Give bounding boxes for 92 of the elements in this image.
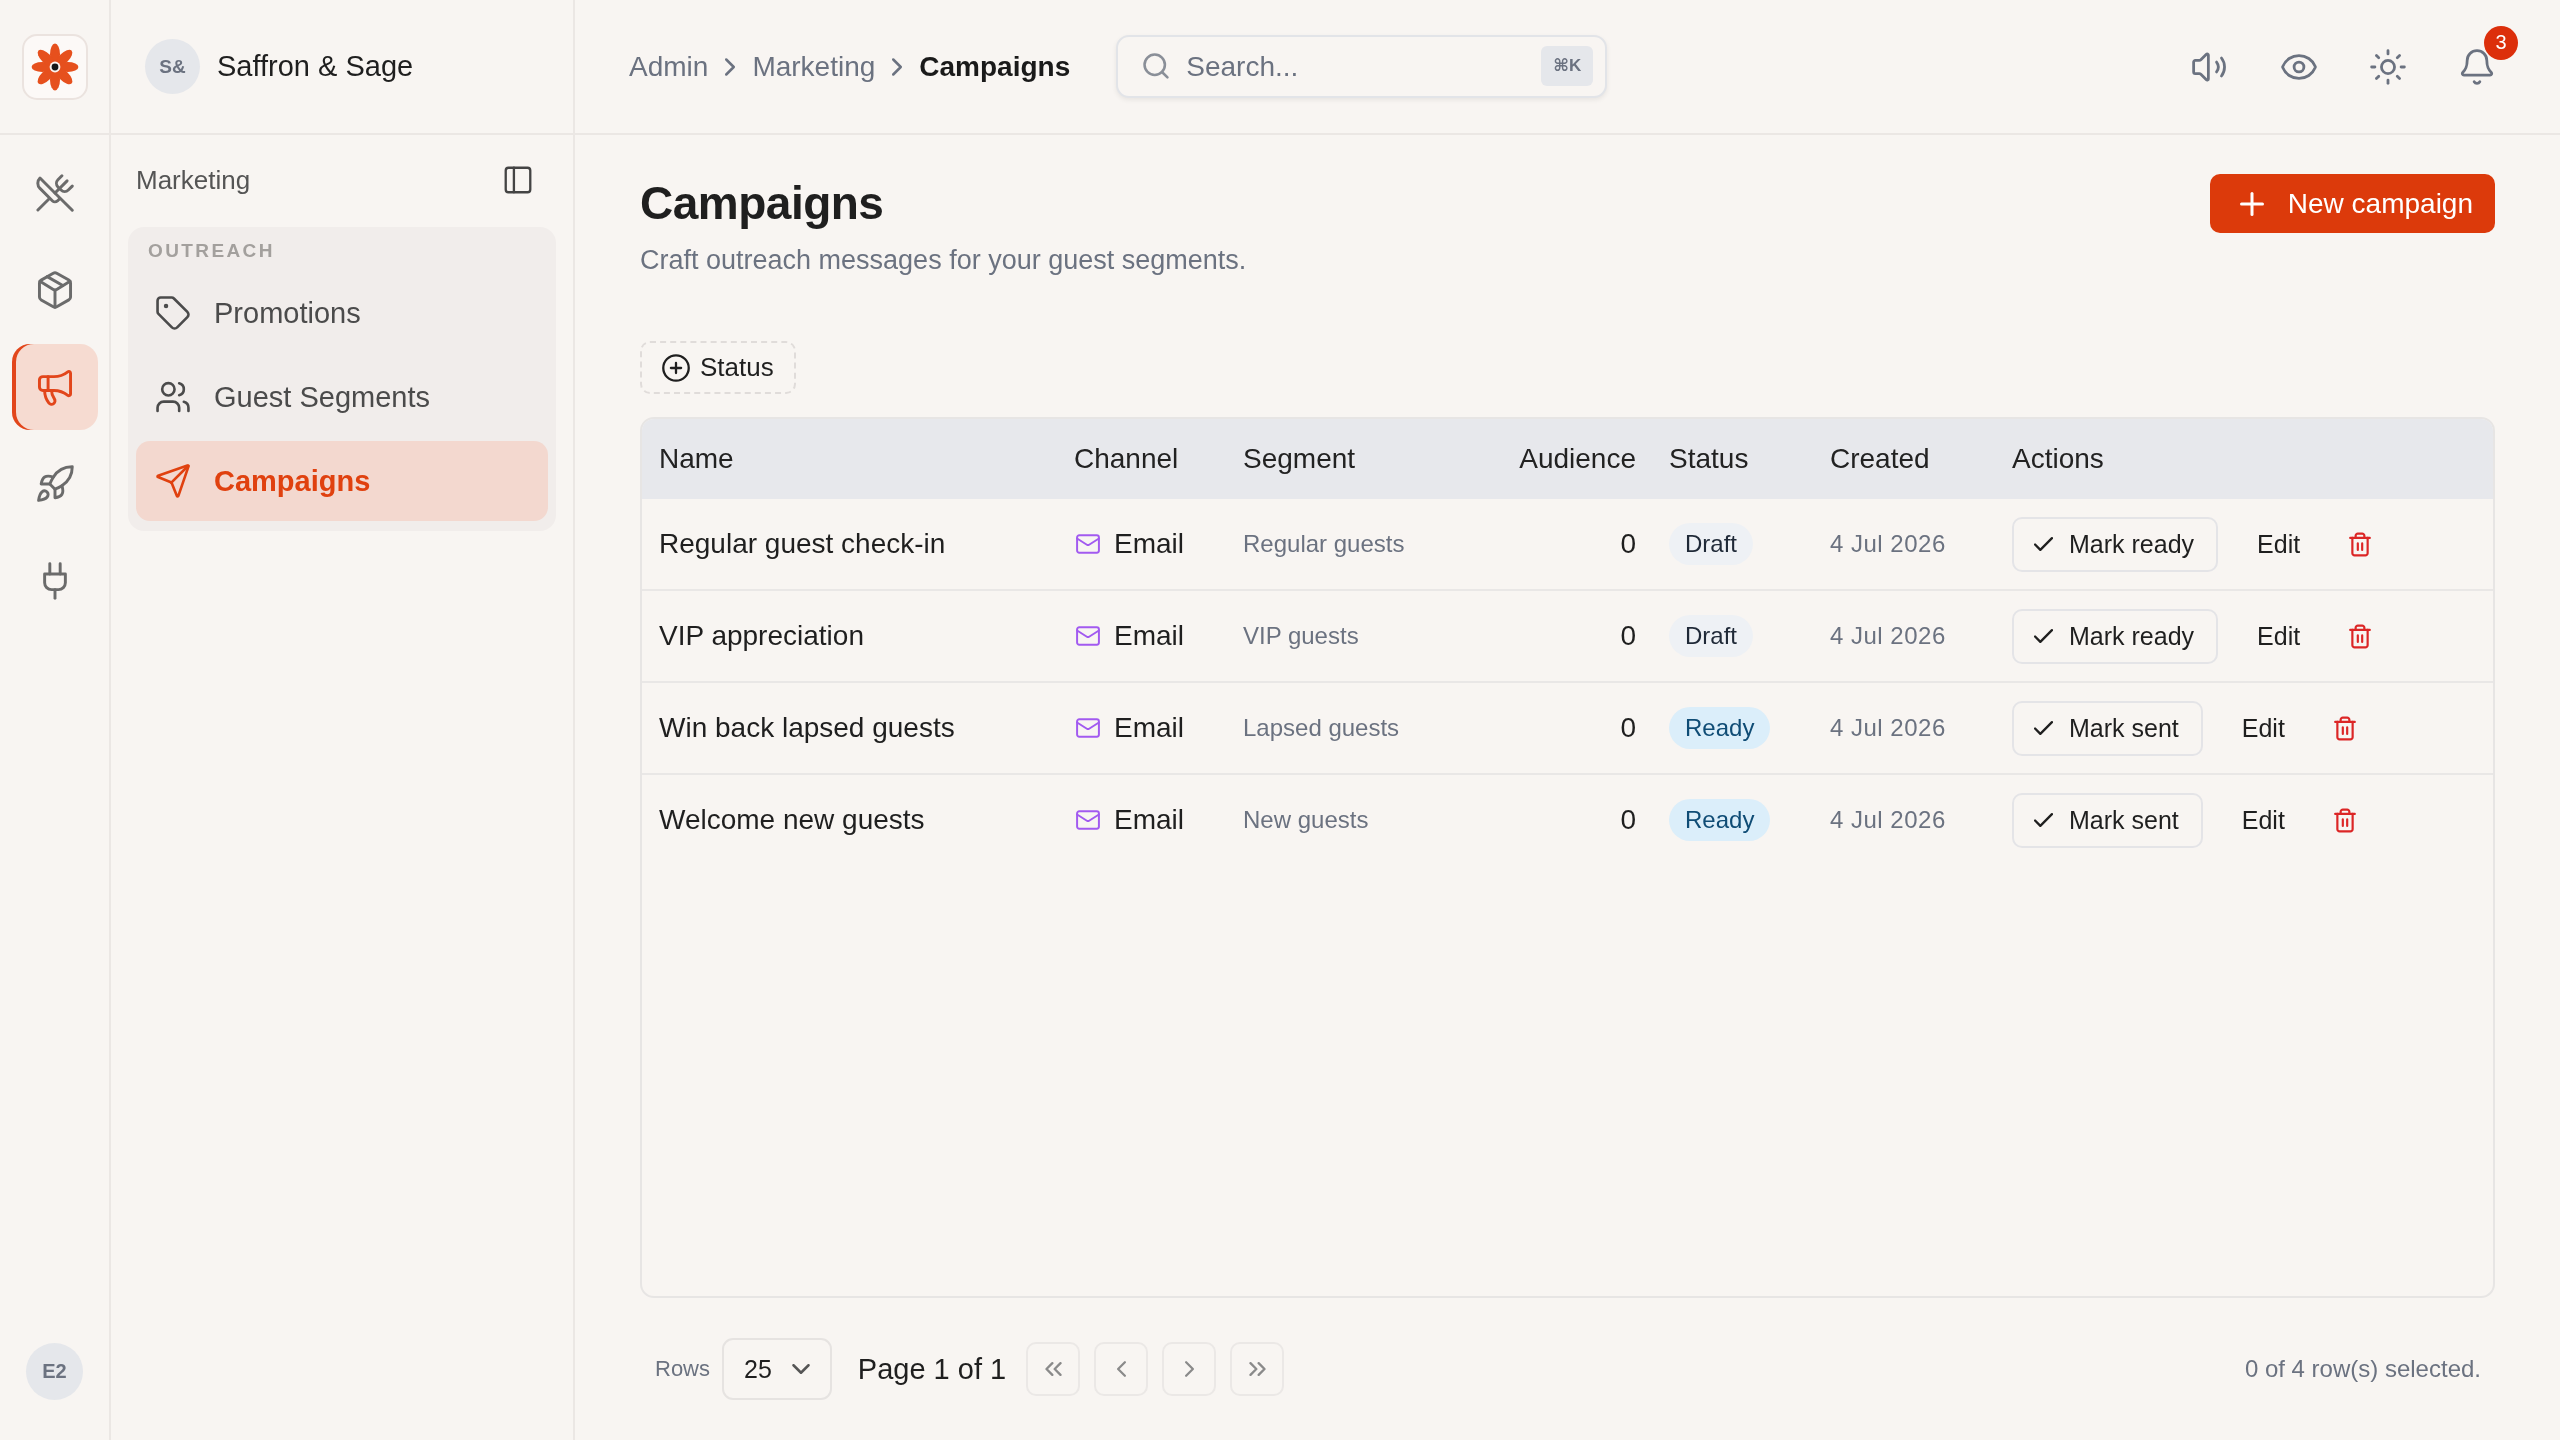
sidebar-item[interactable]: Guest Segments [136,357,548,437]
status-action-button[interactable]: Mark ready [2012,516,2219,572]
status-action-button[interactable]: Mark ready [2012,608,2219,664]
column-header: Actions [2012,443,2104,475]
table-cell: 4 Jul 2026 [1830,806,1946,834]
shortcut-key: ⌘K [1541,46,1594,86]
check-icon [2034,721,2053,735]
rocket-icon[interactable] [35,465,74,503]
table-cell: Email [1114,620,1184,652]
status-badge: Ready [1669,707,1771,749]
table-cell: 4 Jul 2026 [1830,622,1946,650]
tag-icon [156,296,190,330]
table-cell: 0 [1620,620,1636,652]
table-cell: Lapsed guests [1243,714,1400,742]
page-size-select[interactable]: 25 [722,1338,832,1400]
table-cell: VIP appreciation [659,620,864,652]
envelope-icon [1074,532,1102,556]
user-avatar: E2 [26,1343,83,1400]
group-label: OUTREACH [147,239,276,263]
breadcrumb-current: Campaigns [919,50,1071,83]
sidebar-toggle-icon[interactable] [503,165,533,195]
section-title: Marketing [136,164,251,196]
search-icon [1142,52,1171,80]
trash-icon[interactable] [2332,806,2357,834]
column-header: Segment [1243,443,1356,475]
plus-icon [2239,191,2264,216]
column-header: Channel [1074,443,1179,475]
edit-button[interactable]: Edit [2257,621,2301,651]
table-cell: Email [1114,804,1184,836]
chevron-down-icon [791,1364,810,1374]
rows-label: Rows [655,1356,710,1382]
double-chevron-right-icon [1248,1362,1266,1376]
page-info: Page 1 of 1 [857,1352,1007,1386]
table-cell: 0 [1620,528,1636,560]
selection-count: 0 of 4 row(s) selected. [2244,1355,2481,1383]
table-cell: Email [1114,528,1184,560]
check-icon [2034,813,2053,827]
table-cell: Regular guest check-in [659,528,946,560]
trash-icon[interactable] [2332,714,2357,742]
table-cell: Win back lapsed guests [659,712,955,744]
page-subtitle: Craft outreach messages for your guest segments. [640,244,1247,277]
table-cell: VIP guests [1243,622,1359,650]
edit-button[interactable]: Edit [2241,713,2285,743]
table-cell: 4 Jul 2026 [1830,530,1946,558]
breadcrumb-link[interactable]: Admin [629,50,709,83]
trash-icon[interactable] [2348,622,2373,650]
breadcrumb-link[interactable]: Marketing [752,50,876,83]
plus-circle-icon [662,353,690,382]
column-header: Status [1669,443,1749,475]
edit-button[interactable]: Edit [2241,805,2285,835]
table-cell: 0 [1620,804,1636,836]
edit-button[interactable]: Edit [2257,529,2301,559]
notification-badge: 3 [2484,25,2518,60]
new-campaign-button[interactable]: New campaign [2209,174,2495,233]
envelope-icon [1074,624,1102,648]
megaphone-icon[interactable] [11,344,98,430]
envelope-icon [1074,808,1102,832]
brand-avatar: S& [145,39,200,94]
paper-plane-icon [156,464,190,498]
flower-logo-icon [21,33,88,100]
chevron-right-icon [725,57,736,76]
chevron-right-icon [892,57,903,76]
package-icon[interactable] [35,271,74,309]
check-icon [2034,537,2053,551]
table-cell: 4 Jul 2026 [1830,714,1946,742]
check-icon [2034,629,2053,643]
chevron-left-icon [1116,1361,1126,1377]
double-chevron-left-icon [1044,1362,1062,1376]
table-cell: Regular guests [1243,530,1405,558]
status-filter-button[interactable]: Status [640,341,796,394]
brand-name: Saffron & Sage [217,50,414,83]
sidebar-item[interactable]: Promotions [136,273,548,353]
table-cell: New guests [1243,806,1369,834]
table-cell: 0 [1620,712,1636,744]
fork-knife-icon[interactable] [35,174,74,212]
bell-icon[interactable] [2459,48,2495,85]
page-title: Campaigns [640,176,885,231]
status-badge: Draft [1669,523,1753,565]
sun-icon[interactable] [2370,48,2406,85]
chevron-right-icon [1184,1361,1194,1377]
trash-icon[interactable] [2348,530,2373,558]
envelope-icon [1074,716,1102,740]
status-action-button[interactable]: Mark sent [2012,792,2203,848]
status-badge: Ready [1669,799,1771,841]
table-cell: Email [1114,712,1184,744]
column-header: Audience [1519,443,1636,475]
table-cell: Welcome new guests [659,804,925,836]
column-header: Created [1830,443,1930,475]
people-icon [156,380,190,414]
status-action-button[interactable]: Mark sent [2012,700,2203,756]
status-badge: Draft [1669,615,1753,657]
column-header: Name [659,443,734,475]
